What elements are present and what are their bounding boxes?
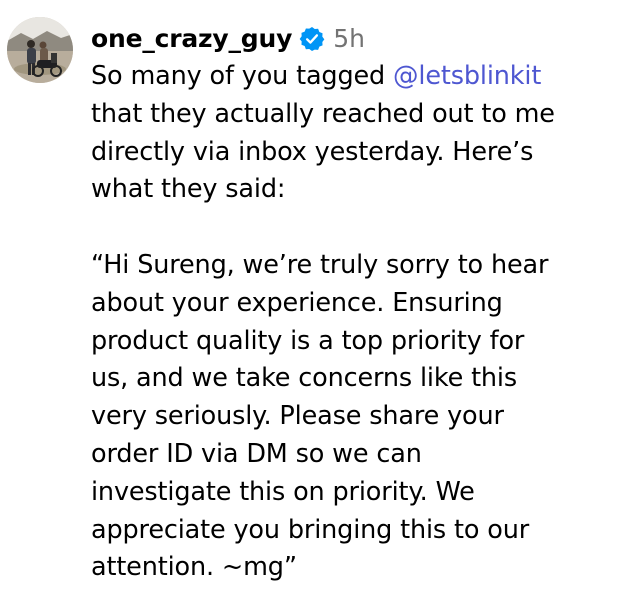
- paragraph-1: So many of you tagged @letsblinkit that …: [91, 58, 631, 209]
- text-line: attention. ~mg”: [91, 552, 297, 583]
- comment-content: one_crazy_guy 5h So many of you tagged @…: [91, 19, 631, 587]
- text-line: very seriously. Please share your: [91, 401, 504, 432]
- text-line: us, and we take concerns like this: [91, 363, 517, 394]
- comment: one_crazy_guy 5h So many of you tagged @…: [0, 0, 640, 613]
- comment-header: one_crazy_guy 5h: [91, 19, 631, 57]
- text-line: that they actually reached out to me: [91, 98, 555, 129]
- text-line: directly via inbox yesterday. Here’s: [91, 136, 534, 167]
- paragraph-2: “Hi Sureng, we’re truly sorry to hear ab…: [91, 247, 631, 587]
- mention-link[interactable]: @letsblinkit: [393, 61, 541, 91]
- timestamp: 5h: [333, 23, 365, 53]
- text-line: So many of you tagged: [91, 61, 394, 91]
- verified-badge-icon: [299, 26, 325, 52]
- text-line: about your experience. Ensuring: [91, 287, 503, 318]
- text-line: order ID via DM so we can: [91, 438, 422, 469]
- user-avatar-icon: [7, 17, 73, 83]
- username-link[interactable]: one_crazy_guy: [91, 24, 292, 53]
- avatar[interactable]: [7, 17, 73, 83]
- text-line: what they said:: [91, 174, 286, 205]
- text-line: investigate this on priority. We: [91, 476, 475, 507]
- text-line: product quality is a top priority for: [91, 325, 525, 356]
- text-line: “Hi Sureng, we’re truly sorry to hear: [91, 249, 549, 280]
- text-line: appreciate you bringing this to our: [91, 514, 530, 545]
- comment-text: So many of you tagged @letsblinkit that …: [91, 58, 631, 587]
